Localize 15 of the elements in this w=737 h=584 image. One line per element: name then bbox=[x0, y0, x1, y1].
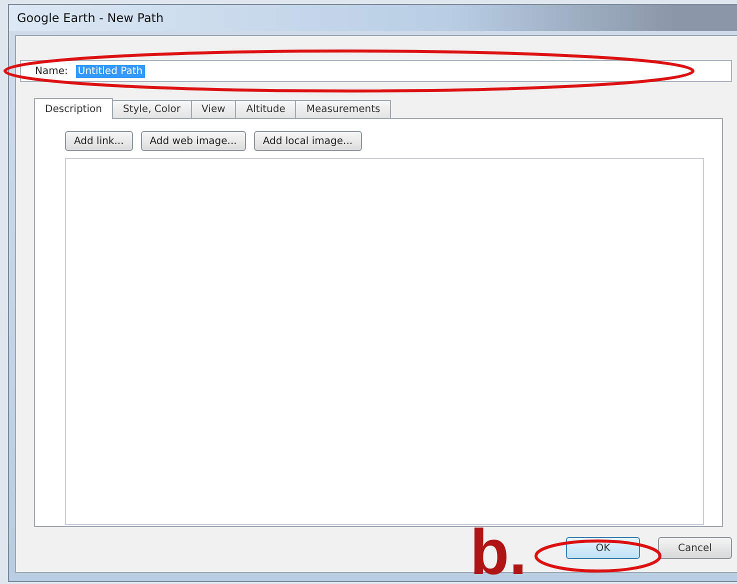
name-value: Untitled Path bbox=[76, 64, 145, 78]
tab[interactable]: View bbox=[190, 100, 236, 118]
description-field[interactable] bbox=[65, 158, 704, 525]
window-title: Google Earth - New Path bbox=[17, 11, 164, 25]
tab[interactable]: Measurements bbox=[295, 100, 392, 118]
tab[interactable]: Description bbox=[34, 98, 113, 119]
name-label: Name: bbox=[35, 66, 68, 76]
add-button[interactable]: Add local image... bbox=[254, 131, 362, 151]
add-button[interactable]: Add link... bbox=[65, 131, 133, 151]
cancel-button[interactable]: Cancel bbox=[658, 537, 732, 559]
tab[interactable]: Altitude bbox=[235, 100, 296, 118]
add-button[interactable]: Add web image... bbox=[140, 131, 246, 151]
name-field[interactable]: Name: Untitled Path bbox=[20, 60, 732, 82]
tab[interactable]: Style, Color bbox=[112, 100, 192, 118]
annotation-label: b. bbox=[470, 520, 527, 584]
